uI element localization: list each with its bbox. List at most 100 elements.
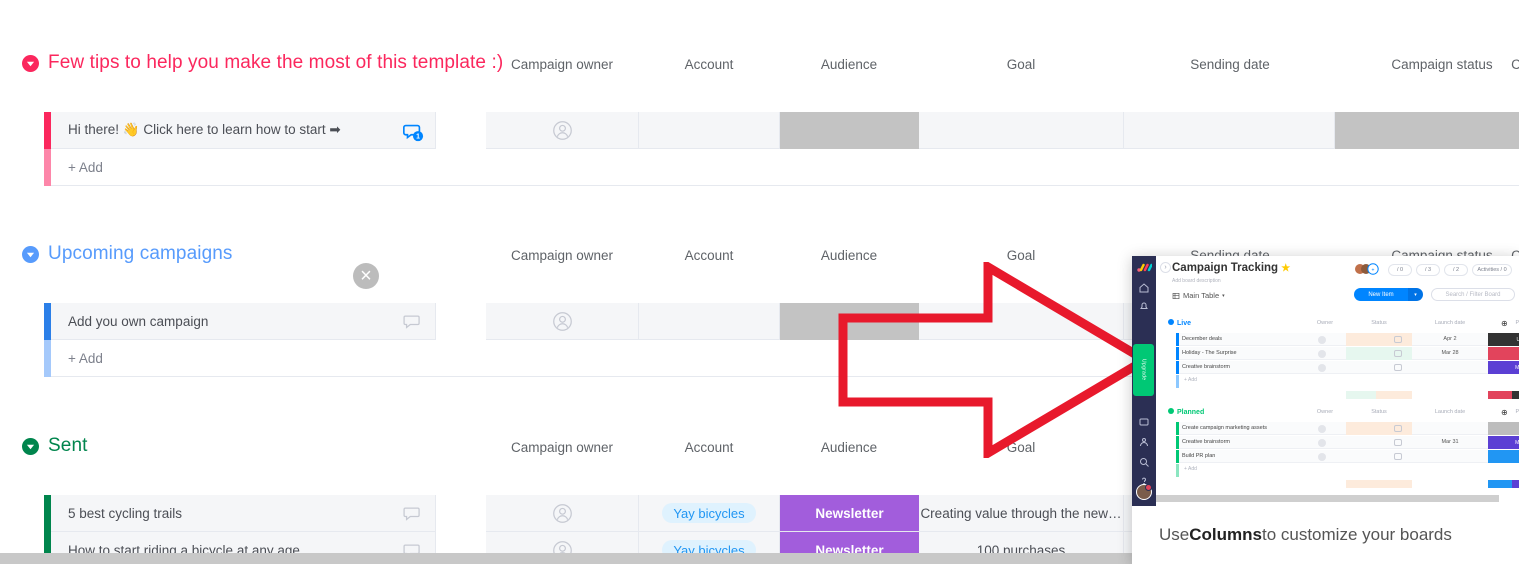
overlay-comment-icon[interactable]: [1394, 364, 1402, 371]
overlay-cell-launch-date[interactable]: Apr 2: [1412, 333, 1488, 346]
overlay-owner-avatar[interactable]: [1318, 350, 1326, 358]
cell-goal[interactable]: [919, 112, 1124, 149]
comment-icon-with-badge[interactable]: 1: [402, 121, 422, 141]
overlay-table-row[interactable]: Create campaign marketing assets: [1176, 422, 1506, 435]
overlay-inner-scrollbar[interactable]: [1156, 495, 1499, 502]
column-header-campaign-owner[interactable]: Campaign owner: [511, 248, 613, 263]
overlay-comment-icon[interactable]: [1394, 453, 1402, 460]
cell-audience[interactable]: [780, 112, 919, 149]
view-tab-row[interactable]: Main Table ▾: [1172, 291, 1225, 300]
overlay-column-header[interactable]: Launch date: [1412, 409, 1488, 415]
overlay-stat-people-icon[interactable]: / 2: [1444, 264, 1468, 276]
overlay-add-item[interactable]: + Add: [1184, 466, 1197, 472]
cell-campaign-owner[interactable]: [486, 112, 639, 149]
overlay-column-header[interactable]: Status: [1346, 409, 1412, 415]
user-avatar[interactable]: [1136, 484, 1152, 500]
overlay-comment-icon[interactable]: [1394, 350, 1402, 357]
column-header-campaign-owner[interactable]: Campaign owner: [511, 440, 613, 455]
overlay-cell-launch-date[interactable]: Mar 31: [1412, 436, 1488, 449]
column-header-sending-date[interactable]: Sending date: [1190, 57, 1270, 72]
cell-item-name[interactable]: Hi there! 👋 Click here to learn how to s…: [51, 112, 436, 149]
overlay-column-header[interactable]: Owner: [1304, 409, 1346, 415]
chevron-down-icon[interactable]: ▾: [1222, 293, 1225, 299]
home-icon[interactable]: [1138, 282, 1150, 294]
comment-icon[interactable]: [402, 504, 422, 524]
column-header-goal[interactable]: Goal: [1007, 248, 1036, 263]
add-item-label[interactable]: + Add: [68, 340, 103, 377]
column-header-account[interactable]: Account: [685, 57, 734, 72]
cell-account[interactable]: [639, 303, 780, 340]
cell-item-name[interactable]: Add you own campaign: [51, 303, 436, 340]
overlay-owner-avatar[interactable]: [1318, 364, 1326, 372]
overlay-owner-avatar[interactable]: [1318, 439, 1326, 447]
overlay-cell-priority[interactable]: [1488, 422, 1519, 435]
group-collapse-icon[interactable]: [22, 438, 39, 455]
person-avatar-icon[interactable]: [552, 120, 573, 141]
person-avatar-icon[interactable]: [552, 311, 573, 332]
column-header-c[interactable]: C: [1511, 57, 1519, 72]
overlay-cell-status[interactable]: [1346, 333, 1412, 346]
table-row[interactable]: Hi there! 👋 Click here to learn how to s…: [0, 112, 1519, 149]
overlay-cell-priority[interactable]: Medium: [1488, 436, 1519, 449]
group-collapse-icon[interactable]: [22, 55, 39, 72]
cell-sending-date[interactable]: [1124, 112, 1335, 149]
group-title[interactable]: Few tips to help you make the most of th…: [48, 52, 503, 74]
upgrade-button[interactable]: Upgrade: [1133, 344, 1154, 396]
overlay-table-row[interactable]: Holiday - The SurpriseMar 28High: [1176, 347, 1506, 360]
overlay-column-header[interactable]: Owner: [1304, 320, 1346, 326]
group-title[interactable]: Upcoming campaigns: [48, 243, 233, 265]
overlay-table-row[interactable]: December dealsApr 2Urgent🕐 01:42 AM Paci…: [1176, 333, 1506, 346]
overlay-comment-icon[interactable]: [1394, 425, 1402, 432]
cell-campaign-owner[interactable]: [486, 303, 639, 340]
cell-account[interactable]: [639, 112, 780, 149]
overlay-cell-launch-date[interactable]: Mar 28: [1412, 347, 1488, 360]
column-header-goal[interactable]: Goal: [1007, 57, 1036, 72]
column-header-account[interactable]: Account: [685, 248, 734, 263]
search-icon[interactable]: [1138, 456, 1150, 468]
column-header-account[interactable]: Account: [685, 440, 734, 455]
overlay-add-item[interactable]: + Add: [1184, 377, 1197, 383]
overlay-group-title[interactable]: Planned: [1168, 408, 1204, 416]
add-item-label[interactable]: + Add: [68, 149, 103, 186]
inbox-icon[interactable]: [1138, 416, 1150, 428]
cell-campaign-owner[interactable]: [486, 495, 639, 532]
overlay-owner-avatar[interactable]: [1318, 425, 1326, 433]
cell-item-name[interactable]: 5 best cycling trails: [51, 495, 436, 532]
cell-audience[interactable]: Newsletter: [780, 495, 919, 532]
overlay-owner-avatar[interactable]: [1318, 453, 1326, 461]
overlay-stat-chart-icon[interactable]: / 3: [1416, 264, 1440, 276]
person-avatar-icon[interactable]: [552, 503, 573, 524]
board-description[interactable]: Add board description: [1172, 278, 1221, 284]
column-header-campaign-status[interactable]: Campaign status: [1391, 57, 1492, 72]
group-title[interactable]: Sent: [48, 435, 88, 457]
overlay-table-row[interactable]: Build PR planLow: [1176, 450, 1506, 463]
new-item-button[interactable]: New Item: [1354, 288, 1408, 301]
board-search-input[interactable]: Search / Filter Board: [1431, 288, 1515, 301]
overlay-cell-priority[interactable]: Medium: [1488, 361, 1519, 374]
overlay-cell-priority[interactable]: High: [1488, 347, 1519, 360]
overlay-add-column-icon[interactable]: ⊕: [1501, 408, 1508, 417]
facepile[interactable]: +: [1355, 262, 1379, 276]
overlay-cell-priority[interactable]: Low: [1488, 450, 1519, 463]
overlay-column-header[interactable]: Status: [1346, 320, 1412, 326]
overlay-cell-status[interactable]: [1346, 347, 1412, 360]
star-icon[interactable]: ★: [1281, 263, 1290, 274]
group-collapse-icon[interactable]: [22, 246, 39, 263]
cell-account[interactable]: Yay bicycles: [639, 495, 780, 532]
column-header-campaign-owner[interactable]: Campaign owner: [511, 57, 613, 72]
overlay-comment-icon[interactable]: [1394, 439, 1402, 446]
add-item-row[interactable]: + Add: [0, 149, 1519, 186]
column-header-audience[interactable]: Audience: [821, 57, 877, 72]
sidebar-collapse-icon[interactable]: ›: [1160, 262, 1171, 273]
overlay-column-header[interactable]: Launch date: [1412, 320, 1488, 326]
overlay-table-row[interactable]: Creative brainstormMedium: [1176, 361, 1506, 374]
overlay-table-row[interactable]: Creative brainstormMar 31Medium: [1176, 436, 1506, 449]
overlay-stat-activity-icon[interactable]: Activities / 0: [1472, 264, 1512, 276]
overlay-owner-avatar[interactable]: [1318, 336, 1326, 344]
close-overlay-button[interactable]: ×: [353, 263, 379, 289]
cell-campaign-status[interactable]: [1335, 112, 1519, 149]
column-header-audience[interactable]: Audience: [821, 248, 877, 263]
comment-icon[interactable]: [402, 312, 422, 332]
overlay-stat-tag-icon[interactable]: / 0: [1388, 264, 1412, 276]
overlay-group-title[interactable]: Live: [1168, 319, 1191, 327]
